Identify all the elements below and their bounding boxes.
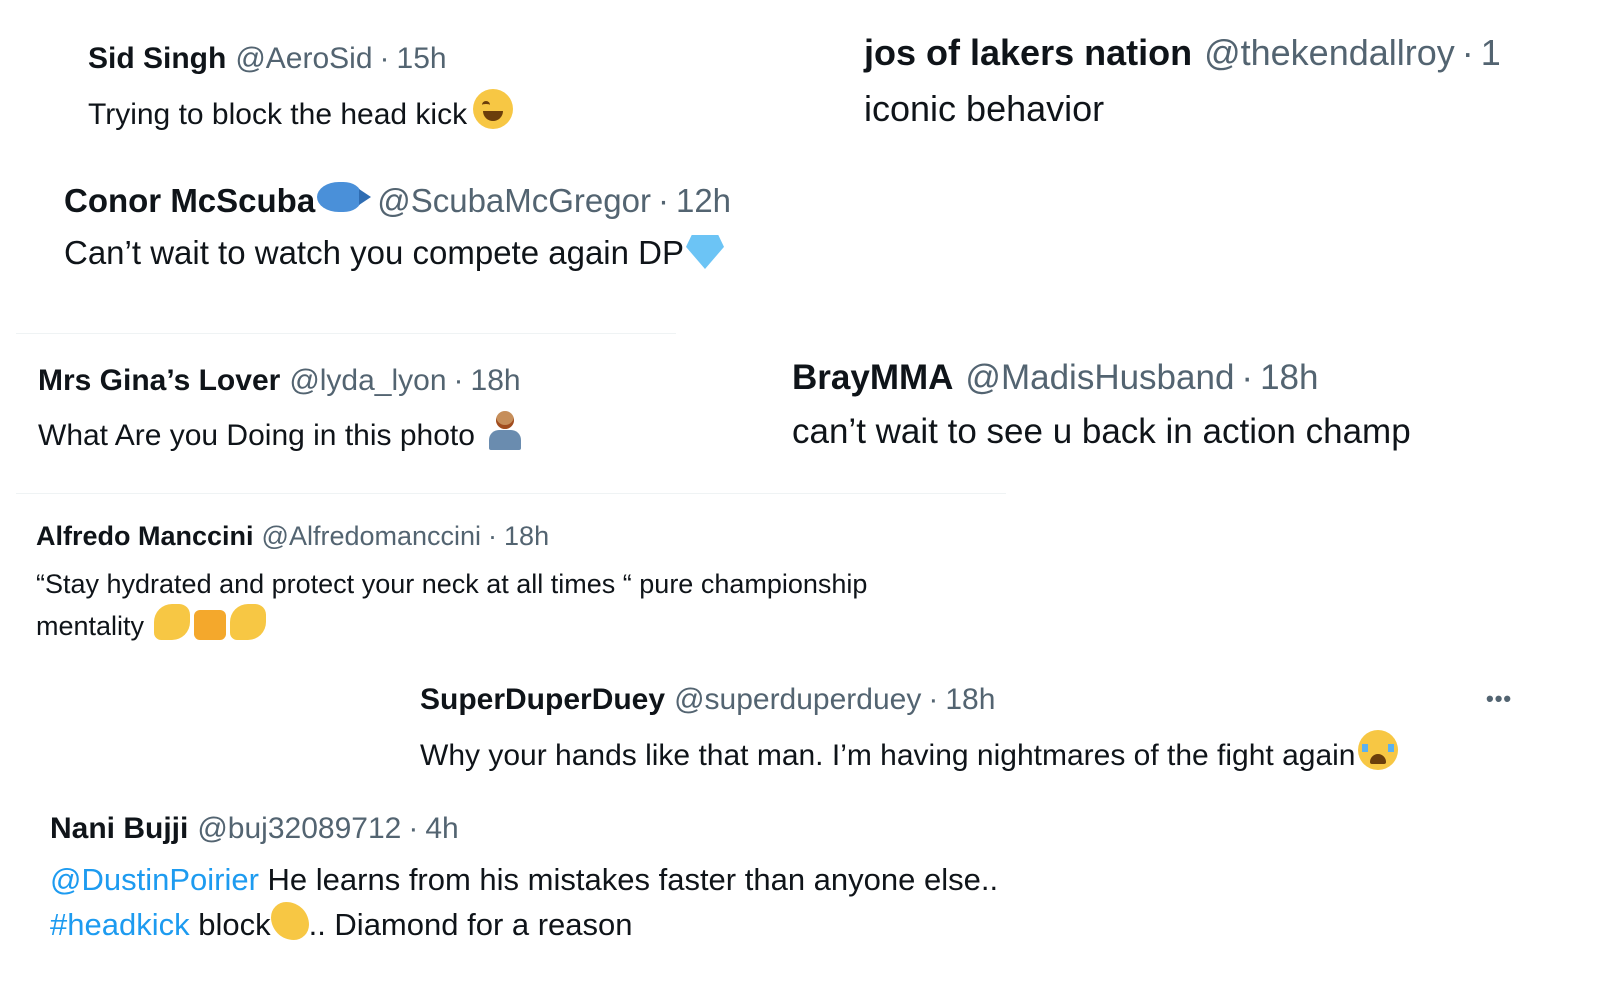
fish-emoji-icon [317,182,372,212]
tweet-alfredo-manccini[interactable]: Alfredo Manccini @Alfredomanccini · 18h … [36,521,867,646]
author-name[interactable]: Sid Singh [88,42,226,76]
laughing-emoji-icon [473,89,514,129]
author-handle[interactable]: @buj32089712 [197,812,401,846]
author-name[interactable]: Nani Bujji [50,812,188,846]
author-handle[interactable]: @thekendallroy [1204,32,1455,74]
timestamp[interactable]: 18h [504,521,549,552]
separator: · [1461,32,1474,73]
tweet-superduperduey[interactable]: SuperDuperDuey @superduperduey · 18h Why… [420,683,1398,773]
author-handle[interactable]: @lyda_lyon [289,364,446,398]
tweet-conor-mcscuba[interactable]: Conor McScuba @ScubaMcGregor · 12h Can’t… [64,182,731,272]
author-name[interactable]: Alfredo Manccini [36,521,254,552]
tweet-text: can’t wait to see u back in action champ [792,412,1411,451]
tweet-text: Can’t wait to watch you compete again DP [64,234,684,271]
tweet-text-line-2b: .. Diamond for a reason [308,907,633,942]
loudly-crying-emoji-icon [1357,730,1398,770]
mention-link[interactable]: @DustinPoirier [50,862,259,897]
separator: · [408,812,419,845]
tweet-text: Why your hands like that man. I’m having… [420,739,1356,772]
person-shrugging-emoji-icon [487,411,523,451]
flexed-biceps-emoji-icon [154,604,191,640]
author-name[interactable]: Mrs Gina’s Lover [38,364,280,398]
tweet-braymma[interactable]: BrayMMA @MadisHusband · 18h can’t wait t… [792,358,1411,452]
separator: · [1241,358,1254,397]
timestamp[interactable]: 18h [1260,358,1318,398]
tweet-text: What Are you Doing in this photo [38,419,475,452]
author-name[interactable]: SuperDuperDuey [420,683,665,717]
divider [16,493,1006,494]
flexed-biceps-emoji-icon [230,604,267,640]
hashtag-link[interactable]: #headkick [50,907,190,942]
separator: · [453,364,464,397]
gem-stone-emoji-icon [686,235,724,269]
separator: · [657,182,669,219]
tweet-text-line-1: He learns from his mistakes faster than … [258,862,999,897]
author-name[interactable]: BrayMMA [792,358,953,398]
timestamp[interactable]: 15h [397,42,447,76]
tweet-text: iconic behavior [864,88,1105,129]
separator: · [928,683,939,716]
timestamp[interactable]: 4h [425,812,458,846]
timestamp[interactable]: 1 [1481,32,1501,74]
author-handle[interactable]: @AeroSid [235,42,372,76]
timestamp[interactable]: 18h [471,364,521,398]
tweet-text-line-1: “Stay hydrated and protect your neck at … [36,569,868,599]
more-options-icon[interactable]: ••• [1486,686,1512,712]
author-handle[interactable]: @MadisHusband [965,358,1234,398]
author-handle[interactable]: @superduperduey [674,683,921,717]
tweet-mrs-ginas-lover[interactable]: Mrs Gina’s Lover @lyda_lyon · 18h What A… [38,364,523,453]
timestamp[interactable]: 12h [676,182,731,220]
clapping-hands-emoji-icon [270,902,309,940]
tweet-text-line-2: mentality [36,611,145,641]
author-handle[interactable]: @Alfredomanccini [262,521,482,552]
tweet-text: Trying to block the head kick [88,98,468,131]
tweet-text-line-2a: block [189,907,271,942]
divider [16,333,676,334]
timestamp[interactable]: 18h [945,683,995,717]
author-name[interactable]: jos of lakers nation [864,32,1192,74]
tweet-jos-of-lakers-nation[interactable]: jos of lakers nation @thekendallroy · 1 … [864,32,1501,130]
separator: · [488,521,498,551]
tweet-nani-bujji[interactable]: Nani Bujji @buj32089712 · 4h @DustinPoir… [50,812,998,947]
author-name[interactable]: Conor McScuba [64,182,315,220]
oncoming-fist-emoji-icon [194,610,227,640]
separator: · [379,42,390,75]
author-handle[interactable]: @ScubaMcGregor [377,182,651,220]
tweet-sid-singh[interactable]: Sid Singh @AeroSid · 15h Trying to block… [88,42,514,132]
